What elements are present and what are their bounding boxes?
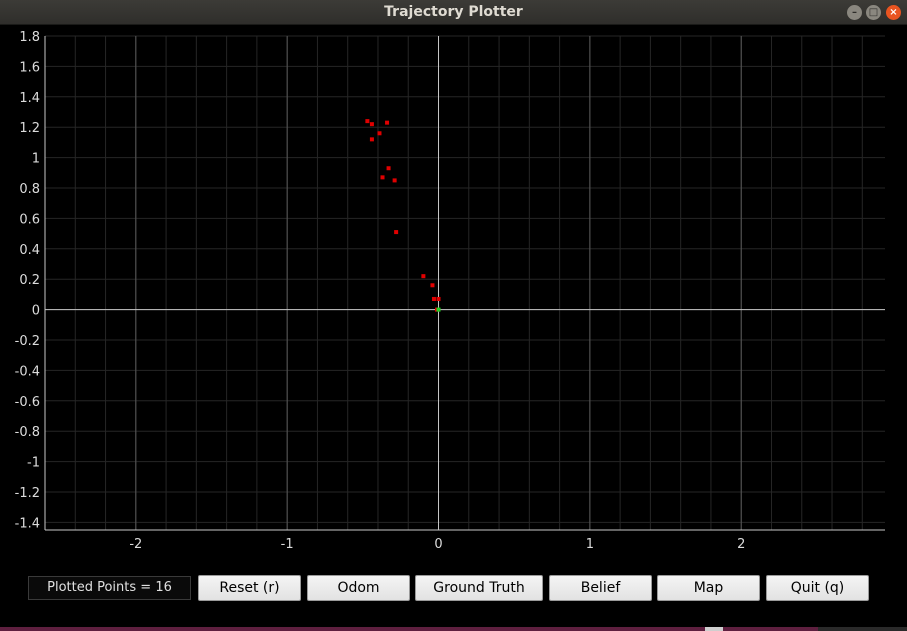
trajectory-point [421, 274, 426, 279]
y-tick-label: 1 [32, 152, 40, 167]
taskbar-strip [0, 627, 907, 631]
x-tick-label: -2 [129, 537, 142, 552]
trajectory-point [369, 122, 374, 127]
map-button[interactable]: Map [657, 575, 760, 601]
y-tick-label: 0.4 [19, 243, 40, 258]
taskbar-segment [705, 627, 723, 631]
plotted-points-counter: Plotted Points = 16 [28, 576, 191, 600]
trajectory-point [385, 120, 390, 125]
window-title: Trajectory Plotter [384, 4, 523, 20]
y-tick-label: -1.4 [15, 516, 40, 531]
plot-canvas: -2 -1 0 1 2 1.8 1.6 1.4 1.2 1 0.8 0.6 0.4 0.2 0 -0.2 -0.… [15, 30, 885, 552]
trajectory-point [365, 119, 370, 124]
y-tick-label: 1.6 [19, 60, 40, 75]
y-tick-label: -1 [27, 456, 40, 471]
y-tick-label: 1.4 [19, 91, 40, 106]
y-tick-label: -0.4 [15, 364, 40, 379]
y-tick-label: 1.2 [19, 121, 40, 136]
trajectory-point [436, 307, 441, 312]
reset-button[interactable]: Reset (r) [198, 575, 301, 601]
trajectory-point [386, 166, 391, 171]
trajectory-point [431, 296, 436, 301]
control-panel: Plotted Points = 16 Reset (r) Odom Groun… [0, 562, 907, 628]
y-tick-label: -1.2 [15, 486, 40, 501]
taskbar-segment [818, 627, 907, 631]
trajectory-point [430, 283, 435, 288]
trajectory-point [369, 137, 374, 142]
y-tick-label: 0.8 [19, 182, 40, 197]
trajectory-plot[interactable]: -2 -1 0 1 2 1.8 1.6 1.4 1.2 1 0.8 0.6 0.4 0.2 0 -0.2 -0.… [0, 26, 907, 562]
y-tick-label: 0.2 [19, 273, 40, 288]
x-tick-label: 1 [586, 537, 594, 552]
y-tick-label: -0.8 [15, 425, 40, 440]
window-titlebar[interactable]: Trajectory Plotter – □ × [0, 0, 907, 25]
trajectory-point [380, 175, 385, 180]
ground-truth-button[interactable]: Ground Truth [415, 575, 543, 601]
maximize-icon[interactable]: □ [866, 5, 881, 20]
trajectory-point [377, 131, 382, 136]
y-tick-label: -0.6 [15, 395, 40, 410]
y-tick-label: -0.2 [15, 334, 40, 349]
x-tick-label: 0 [434, 537, 442, 552]
trajectory-point [392, 178, 397, 183]
y-tick-label: 0 [32, 304, 40, 319]
minimize-icon[interactable]: – [847, 5, 862, 20]
close-icon[interactable]: × [886, 5, 901, 20]
x-tick-label: 2 [737, 537, 745, 552]
quit-button[interactable]: Quit (q) [766, 575, 869, 601]
y-tick-label: 0.6 [19, 212, 40, 227]
x-tick-label: -1 [281, 537, 294, 552]
trajectory-point [436, 296, 441, 301]
trajectory-point [394, 230, 399, 235]
belief-button[interactable]: Belief [549, 575, 652, 601]
odom-button[interactable]: Odom [307, 575, 410, 601]
y-tick-label: 1.8 [19, 30, 40, 45]
